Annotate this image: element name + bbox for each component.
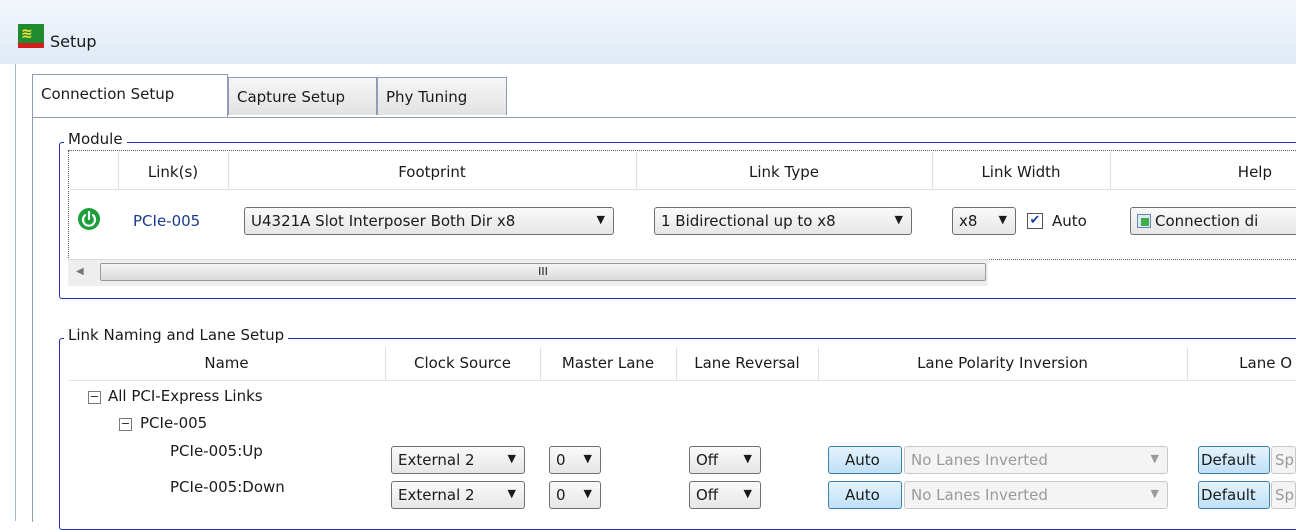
lane-reversal-value: Off <box>696 486 719 504</box>
master-lane-value: 0 <box>556 451 566 469</box>
tab-label: Phy Tuning <box>386 88 468 106</box>
scrollbar-thumb[interactable]: III <box>100 263 986 281</box>
chevron-down-icon: ▼ <box>998 213 1007 226</box>
column-lane-polarity: Lane Polarity Inversion <box>917 354 1088 372</box>
column-lane-reversal: Lane Reversal <box>694 354 800 372</box>
polarity-auto-button[interactable]: Auto <box>828 446 902 474</box>
tab-label: Capture Setup <box>237 88 346 106</box>
tab-connection-setup[interactable]: Connection Setup <box>32 74 228 118</box>
clock-source-value: External 2 <box>398 486 475 504</box>
title-bar: ≋ Setup <box>0 0 1296 64</box>
lane-order-value: Sp <box>1275 486 1295 504</box>
auto-label: Auto <box>1052 212 1087 230</box>
chevron-down-icon: ▼ <box>596 213 605 226</box>
app-icon: ≋ <box>18 24 44 48</box>
clock-source-value: External 2 <box>398 451 475 469</box>
column-links: Link(s) <box>147 163 199 181</box>
link-naming-legend: Link Naming and Lane Setup <box>64 326 289 344</box>
lane-order-default-button[interactable]: Default <box>1198 446 1270 474</box>
chevron-down-icon: ▼ <box>507 452 516 465</box>
auto-button-label: Auto <box>845 486 880 504</box>
chevron-down-icon: ▼ <box>583 487 592 500</box>
scrollbar-grip: III <box>538 265 548 278</box>
scroll-left-icon[interactable]: ◀ <box>76 266 84 277</box>
tree-child-label[interactable]: PCIe-005 <box>140 414 207 432</box>
master-lane-dropdown[interactable]: 0 ▼ <box>549 481 601 509</box>
clock-source-dropdown[interactable]: External 2 ▼ <box>391 481 525 509</box>
lane-order-dropdown[interactable]: Sp <box>1271 481 1296 509</box>
auto-button-label: Auto <box>845 451 880 469</box>
chevron-down-icon: ▼ <box>507 487 516 500</box>
chevron-down-icon: ▼ <box>1150 452 1159 465</box>
chevron-down-icon: ▼ <box>894 213 903 226</box>
link-row-name[interactable]: PCIe-005:Down <box>170 478 285 496</box>
chevron-down-icon: ▼ <box>583 452 592 465</box>
lane-order-dropdown[interactable]: Sp <box>1271 446 1296 474</box>
lane-reversal-value: Off <box>696 451 719 469</box>
tab-label: Connection Setup <box>41 85 175 103</box>
column-lane-order: Lane O <box>1239 354 1292 372</box>
collapse-icon[interactable]: − <box>119 418 132 431</box>
tree-root-label[interactable]: All PCI-Express Links <box>108 387 263 405</box>
link-type-dropdown[interactable]: 1 Bidirectional up to x8 ▼ <box>654 207 912 235</box>
link-row-name[interactable]: PCIe-005:Up <box>170 442 263 460</box>
lane-reversal-dropdown[interactable]: Off ▼ <box>689 481 761 509</box>
polarity-value: No Lanes Inverted <box>911 451 1048 469</box>
footprint-dropdown[interactable]: U4321A Slot Interposer Both Dir x8 ▼ <box>244 207 614 235</box>
column-name: Name <box>204 354 249 372</box>
lane-reversal-dropdown[interactable]: Off ▼ <box>689 446 761 474</box>
link-width-dropdown[interactable]: x8 ▼ <box>952 207 1016 235</box>
polarity-dropdown[interactable]: No Lanes Inverted ▼ <box>904 481 1168 509</box>
connection-diagram-button[interactable]: Connection di <box>1130 207 1296 235</box>
window-title: Setup <box>50 32 97 51</box>
chevron-down-icon: ▼ <box>1150 487 1159 500</box>
polarity-dropdown[interactable]: No Lanes Inverted ▼ <box>904 446 1168 474</box>
tab-capture-setup[interactable]: Capture Setup <box>228 77 377 115</box>
chevron-down-icon: ▼ <box>743 487 752 500</box>
tab-phy-tuning[interactable]: Phy Tuning <box>377 77 507 115</box>
link-width-value: x8 <box>959 212 978 230</box>
column-footprint: Footprint <box>398 163 466 181</box>
module-legend: Module <box>64 130 127 148</box>
polarity-value: No Lanes Inverted <box>911 486 1048 504</box>
connection-diagram-label: Connection di <box>1155 212 1259 230</box>
lane-order-value: Sp <box>1275 451 1295 469</box>
collapse-icon[interactable]: − <box>88 391 101 404</box>
diagram-icon <box>1137 214 1151 228</box>
link-type-value: 1 Bidirectional up to x8 <box>661 212 836 230</box>
clock-source-dropdown[interactable]: External 2 ▼ <box>391 446 525 474</box>
polarity-auto-button[interactable]: Auto <box>828 481 902 509</box>
default-button-label: Default <box>1201 451 1256 469</box>
auto-checkbox[interactable]: ✔ <box>1027 213 1043 229</box>
column-master-lane: Master Lane <box>561 354 655 372</box>
link-name[interactable]: PCIe-005 <box>133 212 200 230</box>
horizontal-scrollbar[interactable]: ◀ III <box>68 259 988 286</box>
master-lane-value: 0 <box>556 486 566 504</box>
power-icon <box>77 207 101 231</box>
master-lane-dropdown[interactable]: 0 ▼ <box>549 446 601 474</box>
column-clock-source: Clock Source <box>413 354 512 372</box>
column-link-width: Link Width <box>981 163 1061 181</box>
column-link-type: Link Type <box>749 163 819 181</box>
footprint-value: U4321A Slot Interposer Both Dir x8 <box>251 212 516 230</box>
lane-order-default-button[interactable]: Default <box>1198 481 1270 509</box>
chevron-down-icon: ▼ <box>743 452 752 465</box>
column-help: Help <box>1237 163 1272 181</box>
default-button-label: Default <box>1201 486 1256 504</box>
